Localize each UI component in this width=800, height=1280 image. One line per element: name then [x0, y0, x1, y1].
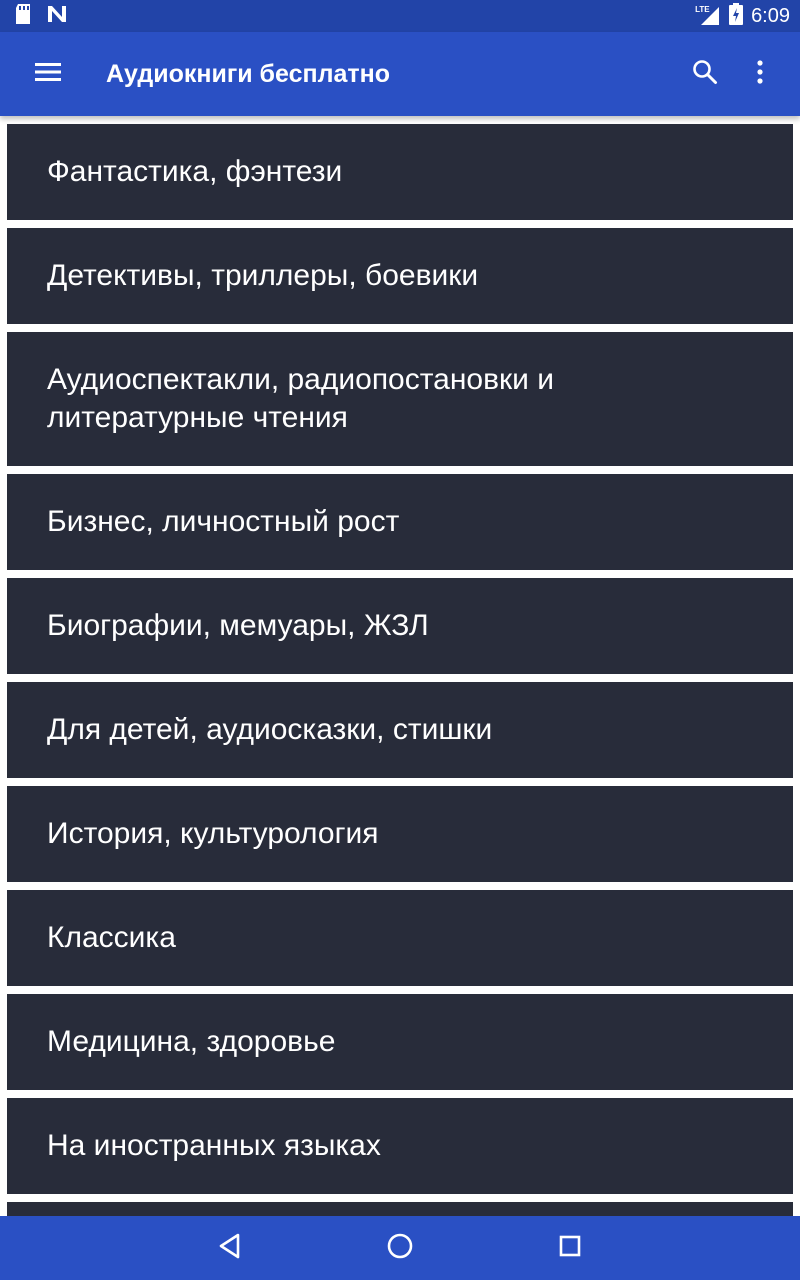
category-label: Детективы, триллеры, боевики	[47, 259, 479, 292]
search-button[interactable]	[681, 50, 729, 98]
lte-signal-icon: LTE	[695, 5, 721, 27]
category-item[interactable]: Биографии, мемуары, ЖЗЛ	[7, 578, 793, 674]
category-label: Бизнес, личностный рост	[47, 505, 400, 538]
category-list[interactable]: Фантастика, фэнтези Детективы, триллеры,…	[0, 116, 800, 1216]
home-circle-icon	[386, 1232, 414, 1265]
category-item[interactable]: Медицина, здоровье	[7, 994, 793, 1090]
category-label: Биографии, мемуары, ЖЗЛ	[47, 609, 429, 642]
category-label: История, культурология	[47, 817, 379, 850]
category-item[interactable]: Аудиоспектакли, радиопостановки и литера…	[7, 332, 793, 466]
status-time: 6:09	[751, 4, 790, 27]
battery-charging-icon	[729, 2, 744, 30]
search-icon	[692, 59, 718, 90]
category-item[interactable]: История, культурология	[7, 786, 793, 882]
back-button[interactable]	[206, 1224, 254, 1272]
category-item-partial[interactable]	[7, 1202, 793, 1216]
category-item[interactable]: Для детей, аудиосказки, стишки	[7, 682, 793, 778]
category-label: Фантастика, фэнтези	[47, 155, 343, 188]
category-item[interactable]: Классика	[7, 890, 793, 986]
status-indicators: LTE 6:09	[695, 0, 790, 32]
recents-square-icon	[558, 1234, 582, 1263]
category-label: Классика	[47, 921, 176, 954]
more-vertical-icon	[756, 59, 764, 90]
home-button[interactable]	[376, 1224, 424, 1272]
status-bar: LTE 6:09	[0, 0, 800, 32]
menu-button[interactable]	[24, 50, 72, 98]
category-item[interactable]: Детективы, триллеры, боевики	[7, 228, 793, 324]
category-item[interactable]: На иностранных языках	[7, 1098, 793, 1194]
category-label: Медицина, здоровье	[47, 1025, 336, 1058]
category-label: Для детей, аудиосказки, стишки	[47, 713, 493, 746]
back-triangle-icon	[217, 1232, 243, 1265]
status-notifications	[14, 3, 68, 30]
hamburger-menu-icon	[35, 62, 61, 87]
more-options-button[interactable]	[736, 50, 784, 98]
category-label: Аудиоспектакли, радиопостановки и литера…	[47, 363, 554, 434]
navigation-bar	[0, 1216, 800, 1280]
category-item[interactable]: Фантастика, фэнтези	[7, 124, 793, 220]
sd-card-icon	[14, 3, 32, 30]
app-bar: Аудиокниги бесплатно	[0, 32, 800, 116]
category-label: На иностранных языках	[47, 1129, 381, 1162]
app-title: Аудиокниги бесплатно	[106, 60, 390, 88]
recents-button[interactable]	[546, 1224, 594, 1272]
n-logo-icon	[46, 4, 68, 29]
category-item[interactable]: Бизнес, личностный рост	[7, 474, 793, 570]
